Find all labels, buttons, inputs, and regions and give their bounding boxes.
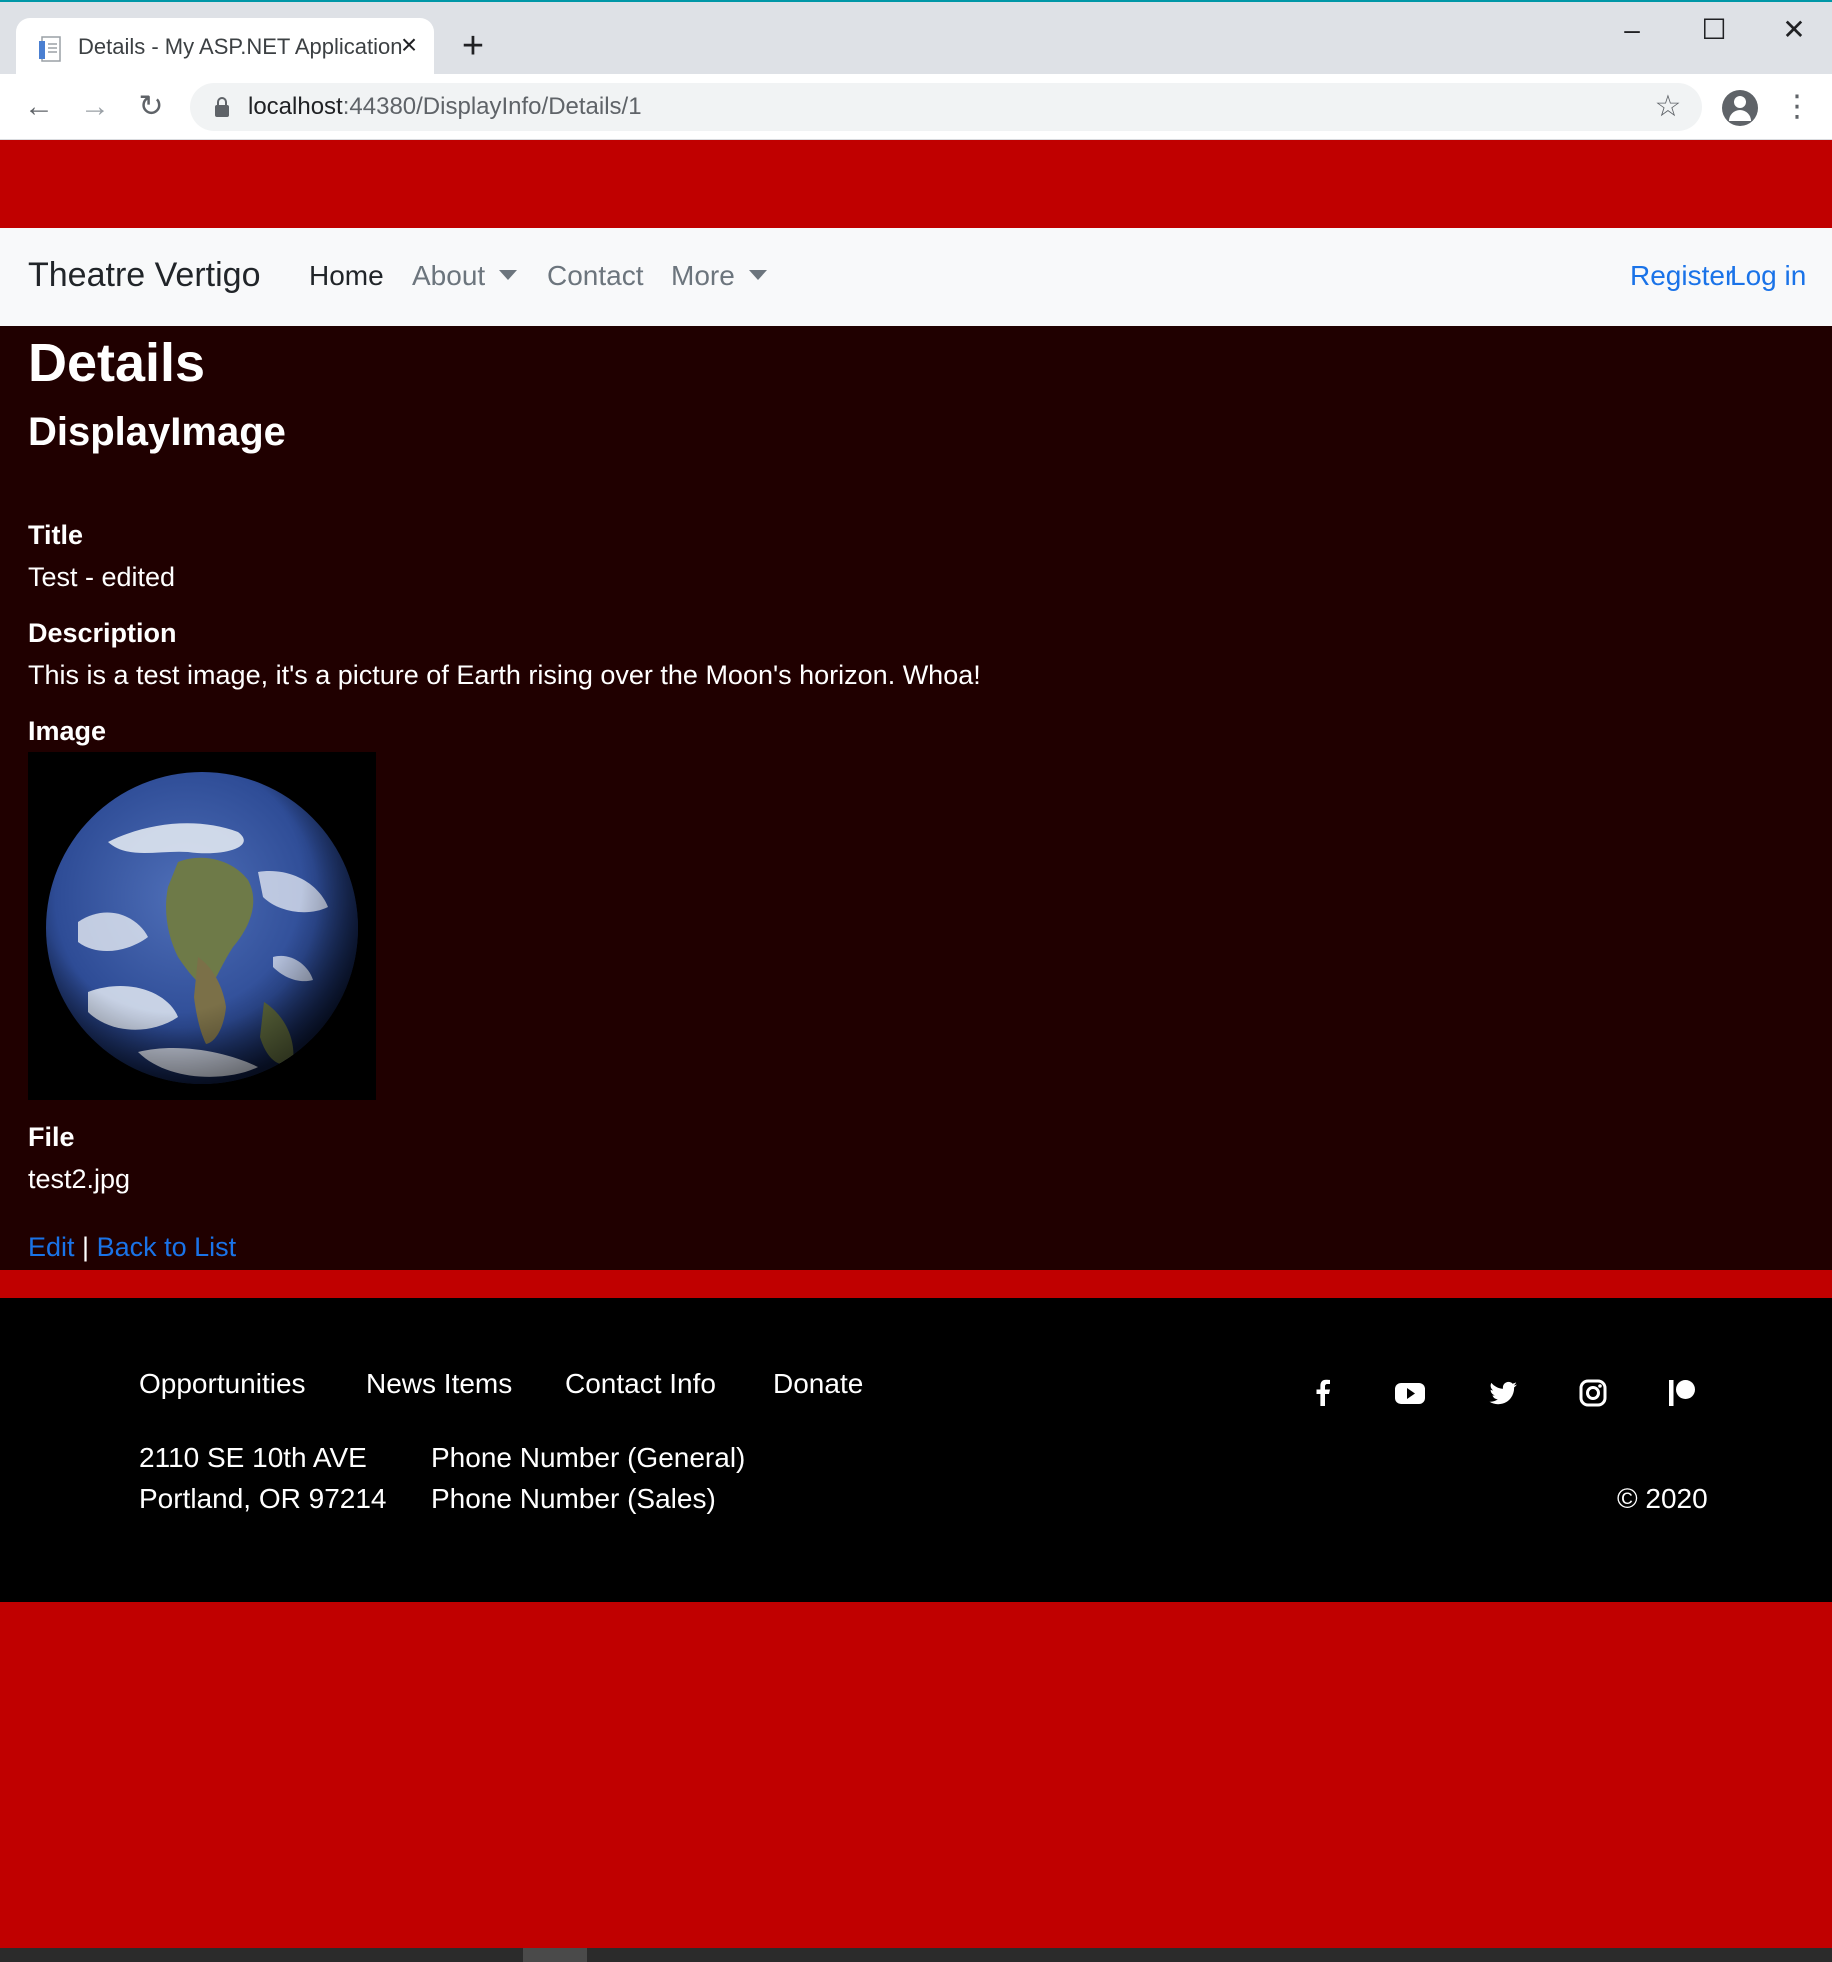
footer-link-news-items[interactable]: News Items [366,1368,512,1400]
site-navbar: Theatre Vertigo Home About Contact More … [0,228,1832,326]
menu-kebab-icon[interactable]: ⋮ [1782,92,1812,122]
browser-tabstrip: Details - My ASP.NET Application × + – ☐… [0,0,1832,76]
description-label: Description [28,618,177,648]
details-content: Details DisplayImage Title Test - edited… [0,326,1832,1270]
copyright-text: © 2020 [1617,1483,1708,1514]
address-line-2: Portland, OR 97214 [139,1483,387,1514]
phone-sales: Phone Number (Sales) [431,1483,716,1514]
details-actions: Edit | Back to List [28,1232,236,1263]
close-window-icon[interactable]: ✕ [1766,10,1822,50]
earth-globe-graphic [46,772,358,1084]
site-brand[interactable]: Theatre Vertigo [28,256,260,295]
url-path: :44380/DisplayInfo/Details/1 [342,93,642,120]
maximize-window-icon[interactable]: ☐ [1686,10,1742,50]
bottom-red-band [0,1602,1832,1948]
phone-general: Phone Number (General) [431,1442,746,1473]
url-host: localhost [248,93,343,120]
back-arrow-icon[interactable]: ← [18,86,60,128]
login-link[interactable]: Log in [1730,260,1806,292]
description-value: This is a test image, it's a picture of … [28,660,981,690]
file-label: File [28,1122,75,1152]
tab-close-icon[interactable]: × [394,30,424,60]
url-text[interactable]: localhost:44380/DisplayInfo/Details/1 [248,93,642,121]
scrollbar-thumb[interactable] [523,1948,587,1962]
title-value: Test - edited [28,562,176,592]
footer-red-band [0,1270,1832,1298]
tab-title: Details - My ASP.NET Application [78,34,403,59]
header-red-band [0,140,1832,228]
minimize-window-icon[interactable]: – [1604,10,1660,50]
nav-item-contact[interactable]: Contact [547,260,644,292]
nav-item-more-label: More [671,260,735,291]
twitter-icon[interactable] [1486,1376,1520,1410]
edit-link[interactable]: Edit [28,1232,75,1262]
bookmark-star-icon[interactable]: ☆ [1652,91,1684,123]
page-favicon-icon [39,36,61,62]
nav-item-about-label: About [412,260,486,291]
footer-link-contact-info[interactable]: Contact Info [565,1368,716,1400]
forward-arrow-icon[interactable]: → [74,86,116,128]
site-footer: Opportunities News Items Contact Info Do… [0,1298,1832,1602]
instagram-icon[interactable] [1576,1376,1610,1410]
browser-toolbar: ← → ↻ localhost:44380/DisplayInfo/Detail… [0,74,1832,140]
image-label: Image [28,716,107,746]
caret-down-icon [748,270,767,280]
facebook-icon[interactable] [1306,1376,1340,1410]
register-link[interactable]: Register [1630,260,1734,292]
title-label: Title [28,520,84,550]
footer-link-donate[interactable]: Donate [773,1368,863,1400]
file-value: test2.jpg [28,1164,131,1194]
lock-icon[interactable] [214,95,230,119]
nav-item-about[interactable]: About [412,260,518,292]
browser-tab[interactable]: Details - My ASP.NET Application × [16,18,434,76]
nav-item-more[interactable]: More [671,260,767,292]
caret-down-icon [499,270,518,280]
page-title: Details [28,333,206,393]
earth-image [28,752,376,1100]
horizontal-scrollbar[interactable] [0,1948,1832,1962]
actions-separator: | [74,1232,97,1262]
nav-item-home[interactable]: Home [309,260,384,292]
profile-avatar-icon[interactable] [1722,90,1758,126]
address-bar[interactable]: localhost:44380/DisplayInfo/Details/1 ☆ [190,83,1702,131]
new-tab-button[interactable]: + [455,27,491,65]
back-to-list-link[interactable]: Back to List [97,1232,237,1262]
patreon-icon[interactable] [1665,1376,1699,1410]
page-subtitle: DisplayImage [28,410,286,454]
footer-link-opportunities[interactable]: Opportunities [139,1368,306,1400]
address-line-1: 2110 SE 10th AVE [139,1442,367,1473]
reload-icon[interactable]: ↻ [130,86,172,128]
youtube-icon[interactable] [1393,1376,1427,1410]
